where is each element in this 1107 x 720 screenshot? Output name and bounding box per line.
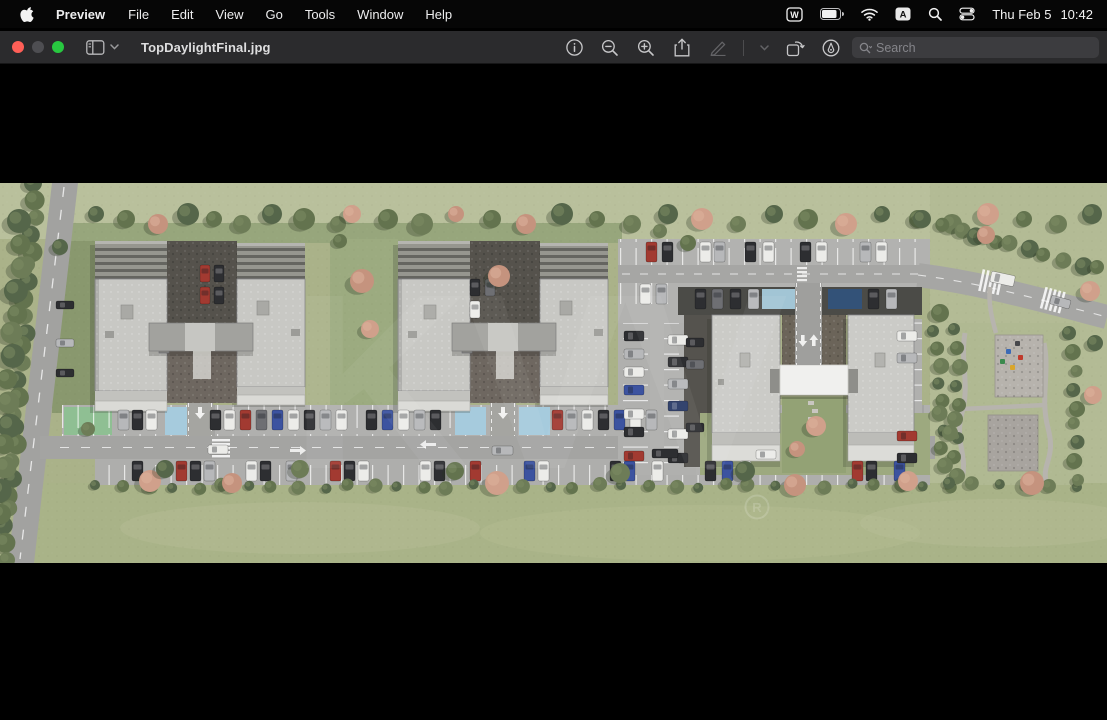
document-title[interactable]: TopDaylightFinal.jpg (141, 40, 271, 55)
markup-pencil-button[interactable] (707, 36, 729, 60)
search-input[interactable] (876, 41, 1056, 55)
menu-item-file[interactable]: File (117, 0, 160, 28)
minimize-button[interactable] (32, 41, 44, 53)
building-cluster-west (90, 241, 305, 436)
toolbar (563, 31, 878, 64)
svg-text:W: W (790, 10, 799, 20)
chevron-down-icon (110, 44, 119, 50)
svg-text:KVV: KVV (290, 242, 787, 521)
menu-bar-status: W A Thu Feb 5 10:42 (786, 7, 1107, 22)
aerial-site-plan-image: KVV R (0, 183, 1107, 563)
menu-item-edit[interactable]: Edit (160, 0, 204, 28)
window-controls (0, 41, 64, 53)
share-button[interactable] (671, 36, 693, 60)
toolbar-search[interactable] (852, 37, 1099, 58)
toolbar-separator (743, 40, 744, 56)
wifi-icon[interactable] (861, 8, 878, 21)
sidebar-toggle[interactable] (86, 40, 119, 55)
menu-bar-date: Thu Feb 5 (992, 7, 1051, 22)
zoom-out-button[interactable] (599, 36, 621, 60)
menu-bar: Preview File Edit View Go Tools Window H… (0, 0, 1107, 28)
window-title-bar: TopDaylightFinal.jpg (0, 31, 1107, 64)
zoom-button[interactable] (52, 41, 64, 53)
battery-icon[interactable] (820, 8, 844, 20)
menu-bar-clock[interactable]: Thu Feb 5 10:42 (992, 7, 1093, 22)
annotate-pen-button[interactable] (820, 36, 842, 60)
menu-item-help[interactable]: Help (414, 0, 463, 28)
input-source-icon[interactable]: A (895, 7, 911, 21)
watermark: KVV R (290, 242, 787, 521)
markup-menu-chevron[interactable] (758, 36, 770, 60)
close-button[interactable] (12, 41, 24, 53)
menu-item-preview[interactable]: Preview (44, 0, 117, 28)
screen: Preview File Edit View Go Tools Window H… (0, 0, 1107, 720)
spotlight-search-icon[interactable] (928, 7, 942, 21)
menu-item-window[interactable]: Window (346, 0, 414, 28)
image-canvas[interactable]: KVV R (0, 183, 1107, 563)
svg-text:A: A (900, 10, 907, 21)
control-center-icon[interactable] (959, 7, 975, 21)
w-app-menu-extra-icon[interactable]: W (786, 7, 803, 22)
apple-menu-icon[interactable] (14, 6, 44, 22)
menu-bar-left: Preview File Edit View Go Tools Window H… (0, 0, 463, 28)
info-button[interactable] (563, 36, 585, 60)
sidebar-icon (86, 40, 105, 55)
viewer-content: KVV R (0, 64, 1107, 720)
zoom-in-button[interactable] (635, 36, 657, 60)
menu-item-view[interactable]: View (205, 0, 255, 28)
menu-bar-time: 10:42 (1060, 7, 1093, 22)
menu-item-tools[interactable]: Tools (294, 0, 346, 28)
menu-item-go[interactable]: Go (254, 0, 293, 28)
rotate-left-button[interactable] (784, 36, 806, 60)
svg-text:R: R (752, 500, 762, 515)
search-icon (859, 42, 872, 54)
